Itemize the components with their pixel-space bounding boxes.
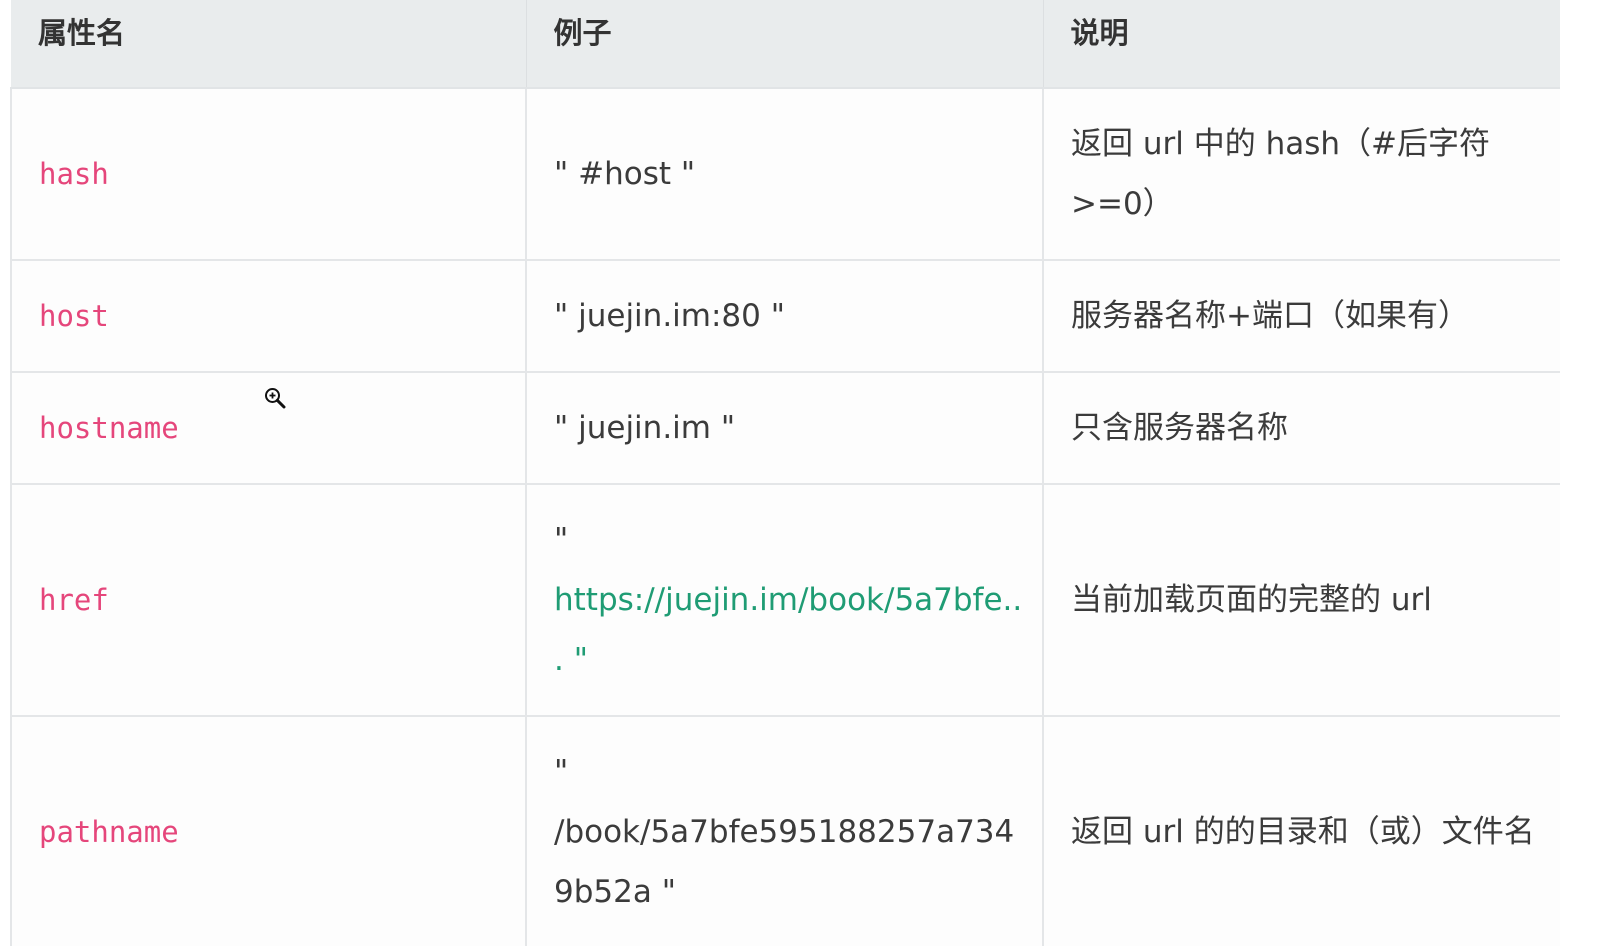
header-description: 说明 (1043, 0, 1560, 89)
example-quote-open: " (554, 522, 569, 558)
example-link-tail[interactable]: . " (554, 630, 1022, 690)
property-name-cell: host (10, 260, 527, 373)
example-cell: " #host " (526, 88, 1044, 261)
property-name-cell: href (10, 484, 527, 717)
table-header-row: 属性名 例子 说明 (11, 0, 1560, 89)
example-quote-open: " (554, 754, 569, 790)
table-row: hash " #host " 返回 url 中的 hash（#后字符 >=0） (10, 88, 1560, 261)
description-cell: 返回 url 的的目录和（或）文件名 (1043, 716, 1560, 946)
example-cell: " https://juejin.im/book/5a7bfe.. . " (526, 484, 1044, 717)
table-row: hostname " juejin.im " 只含服务器名称 (10, 372, 1560, 485)
header-property-name: 属性名 (11, 0, 527, 89)
table-row: href " https://juejin.im/book/5a7bfe.. .… (10, 484, 1560, 717)
table-row: host " juejin.im:80 " 服务器名称+端口（如果有） (10, 260, 1560, 373)
example-link[interactable]: https://juejin.im/book/5a7bfe.. (554, 570, 1022, 630)
example-text: " juejin.im:80 " (554, 298, 785, 334)
example-cell: " /book/5a7bfe595188257a734 9b52a " (526, 716, 1044, 946)
example-cell: " juejin.im " (526, 372, 1044, 485)
description-cell: 只含服务器名称 (1043, 372, 1560, 485)
example-path-line: /book/5a7bfe595188257a734 (554, 814, 1015, 850)
description-cell: 返回 url 中的 hash（#后字符 >=0） (1043, 88, 1560, 261)
description-cell: 服务器名称+端口（如果有） (1043, 260, 1560, 373)
zoom-in-cursor-icon (265, 388, 286, 409)
properties-table: 属性名 例子 说明 hash " #host " 返回 url 中的 hash（… (10, 0, 1560, 946)
example-cell: " juejin.im:80 " (526, 260, 1044, 373)
description-cell: 当前加载页面的完整的 url (1043, 484, 1560, 717)
table-row: pathname " /book/5a7bfe595188257a734 9b5… (10, 716, 1560, 946)
property-name-cell: pathname (10, 716, 527, 946)
property-name-cell: hash (10, 88, 527, 261)
example-text: " #host " (554, 156, 696, 192)
properties-table-container: 属性名 例子 说明 hash " #host " 返回 url 中的 hash（… (10, 0, 1560, 946)
example-text: " juejin.im " (554, 410, 736, 446)
header-example: 例子 (526, 0, 1044, 89)
example-path-tail: 9b52a " (554, 874, 676, 910)
